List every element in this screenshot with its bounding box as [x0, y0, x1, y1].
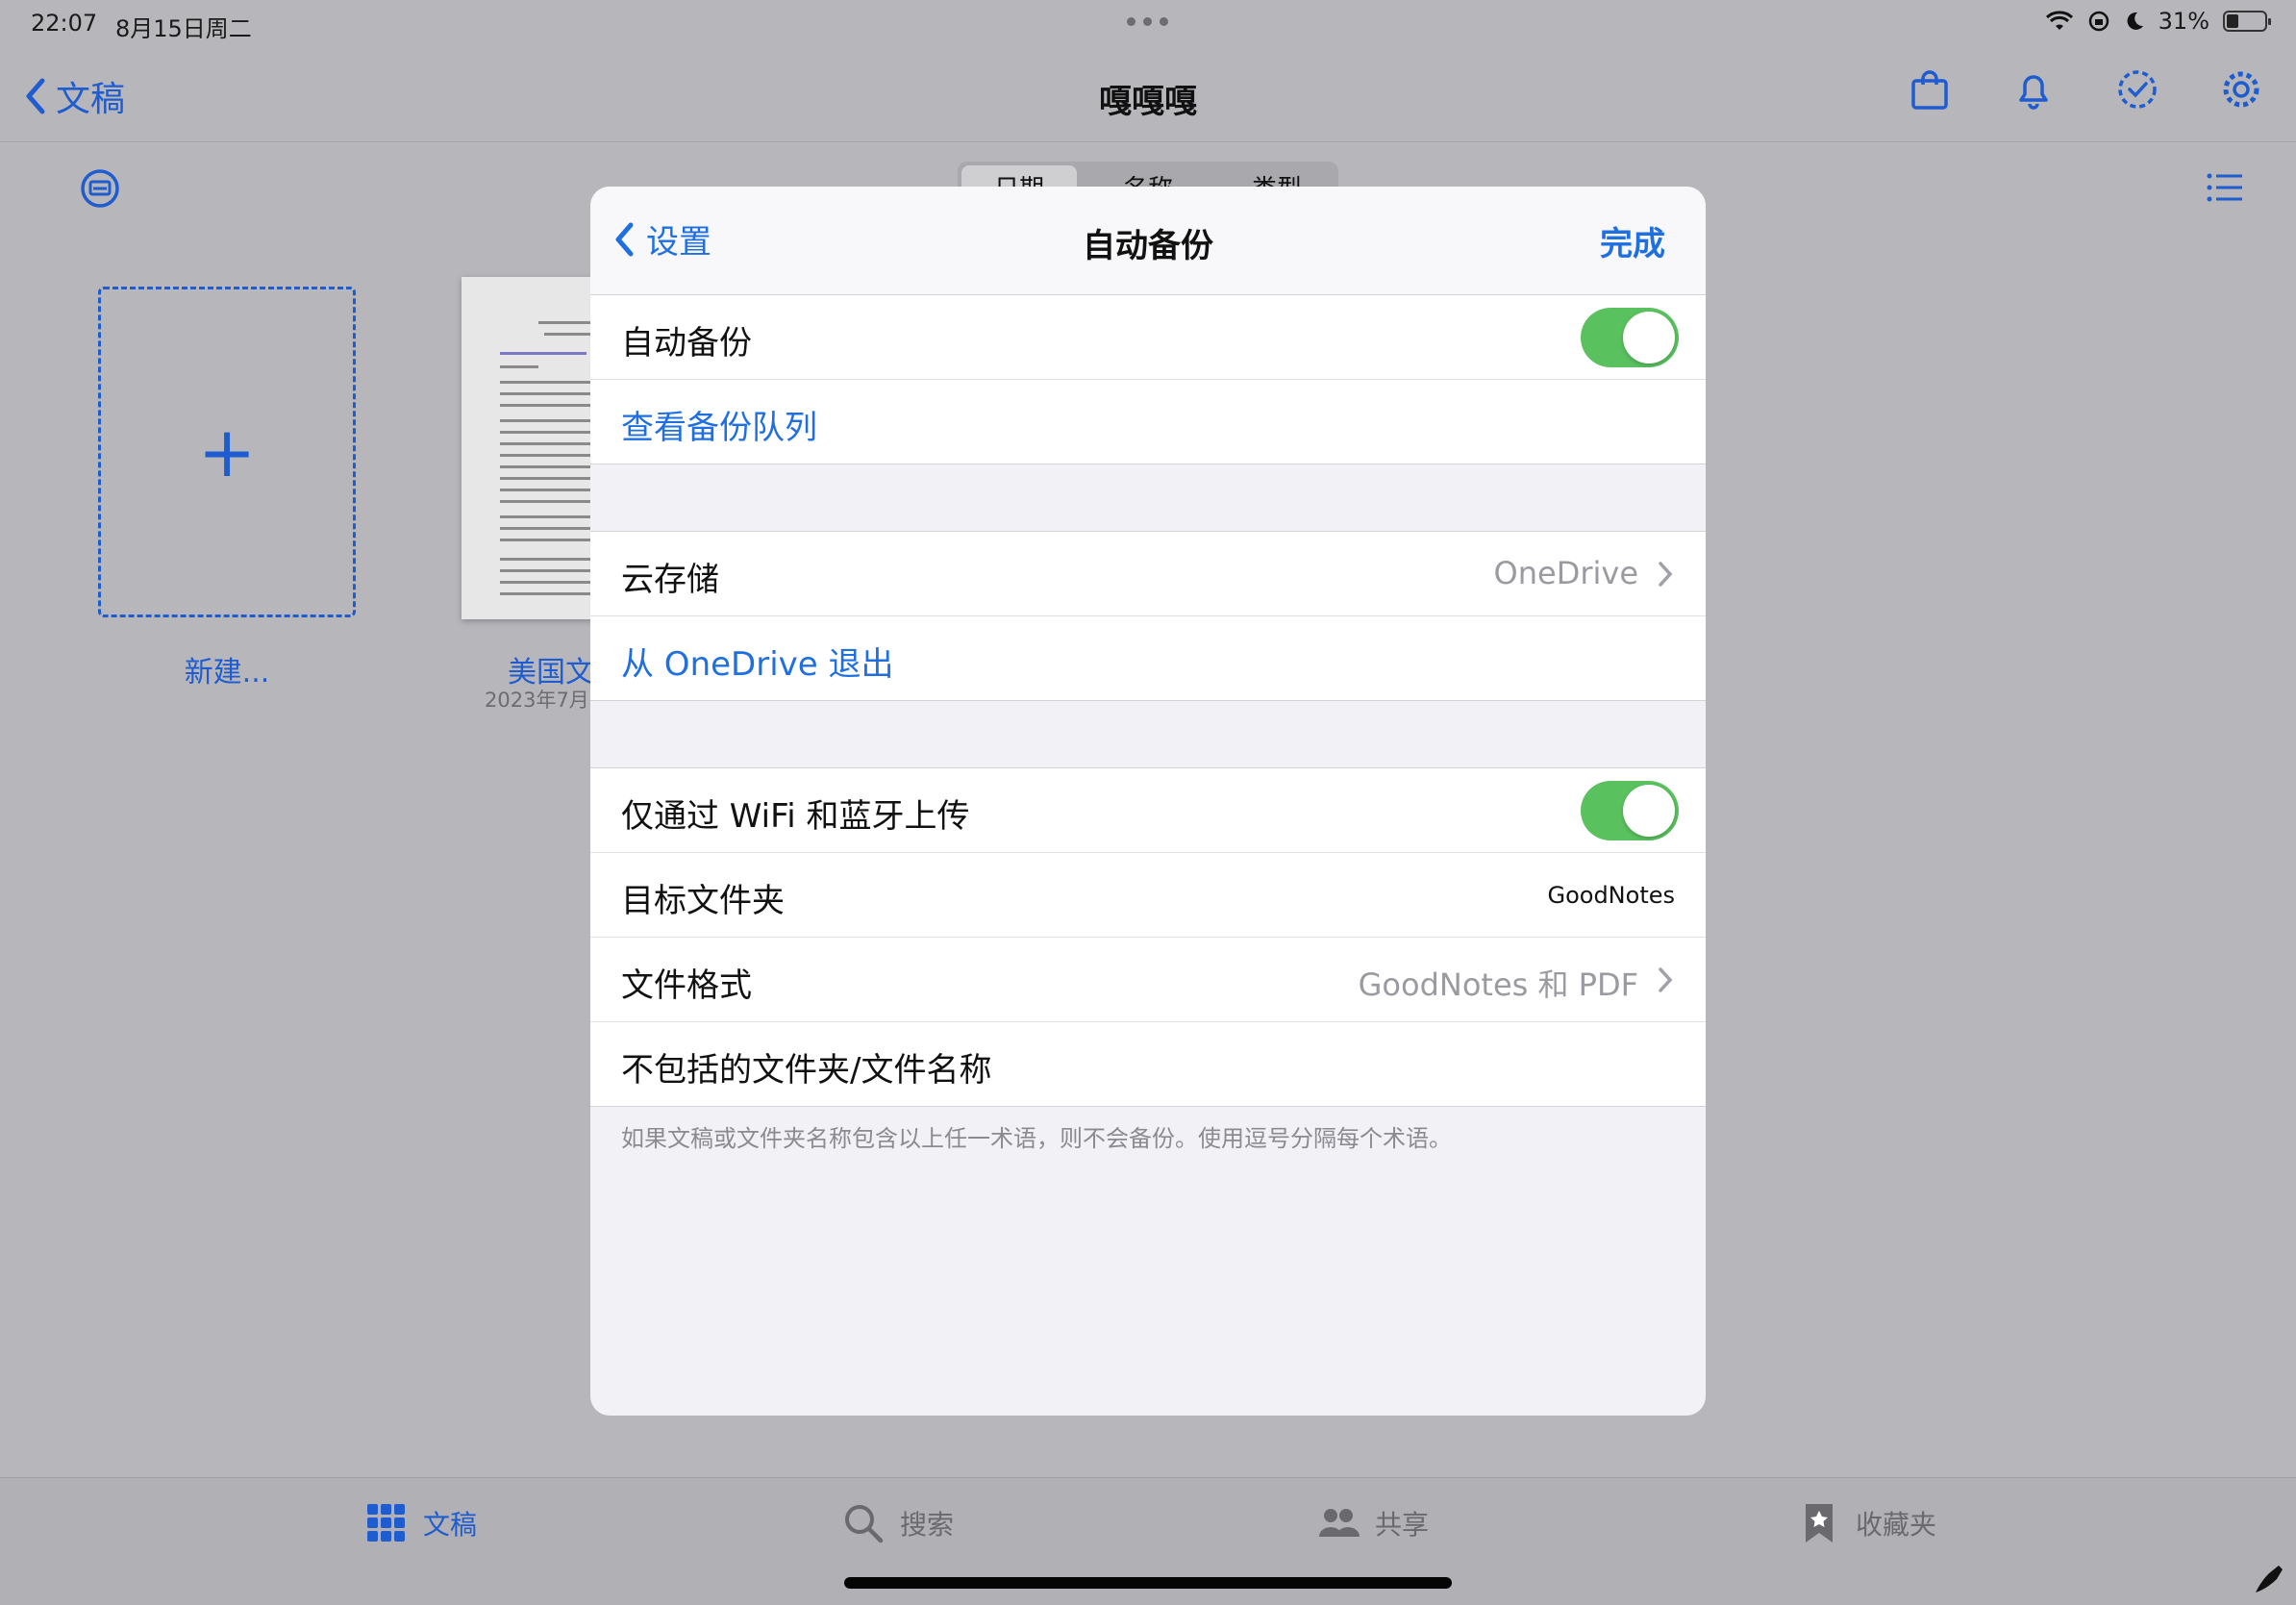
shopping-bag-icon[interactable]	[1908, 67, 1952, 112]
auto-backup-sheet: 设置 自动备份 完成 自动备份 查看备份队列 云存储 OneDrive 从 On…	[590, 187, 1706, 1416]
tab-favorites[interactable]: 收藏夹	[1798, 1502, 1936, 1544]
sheet-header: 设置 自动备份 完成	[590, 187, 1706, 295]
tab-documents[interactable]: 文稿	[365, 1502, 477, 1544]
status-time: 22:07	[31, 10, 98, 37]
select-check-icon[interactable]	[2115, 67, 2159, 112]
file-format-row[interactable]: 文件格式 GoodNotes 和 PDF	[590, 938, 1706, 1022]
wifi-only-label: 仅通过 WiFi 和蓝牙上传	[621, 797, 970, 836]
cloud-storage-row[interactable]: 云存储 OneDrive	[590, 532, 1706, 616]
nav-divider	[0, 141, 2296, 142]
gear-icon[interactable]	[2219, 67, 2263, 112]
wifi-only-toggle[interactable]	[1581, 781, 1679, 840]
view-queue-row[interactable]: 查看备份队列	[590, 380, 1706, 464]
moon-icon	[2127, 12, 2143, 30]
tab-shared-label: 共享	[1375, 1509, 1430, 1541]
upload-group: 仅通过 WiFi 和蓝牙上传 目标文件夹 GoodNotes 文件格式 Good…	[590, 767, 1706, 1107]
excluded-names-label: 不包括的文件夹/文件名称	[621, 1051, 992, 1090]
scan-document-icon[interactable]	[79, 167, 121, 213]
new-document-label[interactable]: 新建...	[98, 648, 356, 690]
tab-favorites-label: 收藏夹	[1856, 1509, 1937, 1541]
people-icon	[1319, 1509, 1360, 1537]
excluded-names-row[interactable]: 不包括的文件夹/文件名称	[590, 1022, 1706, 1106]
battery-percent: 31%	[2158, 8, 2209, 35]
excluded-footnote: 如果文稿或文件夹名称包含以上任一术语，则不会备份。使用逗号分隔每个术语。	[621, 1125, 1452, 1152]
battery-icon	[2223, 11, 2271, 32]
wifi-only-row: 仅通过 WiFi 和蓝牙上传	[590, 768, 1706, 853]
view-queue-link[interactable]: 查看备份队列	[621, 401, 817, 448]
file-format-value: GoodNotes 和 PDF	[1358, 966, 1638, 1003]
target-folder-row[interactable]: 目标文件夹 GoodNotes	[590, 853, 1706, 938]
list-view-icon[interactable]	[2206, 171, 2244, 208]
auto-backup-toggle[interactable]	[1581, 308, 1679, 367]
status-date: 8月15日周二	[115, 15, 252, 42]
nav-actions	[1908, 67, 2263, 112]
document-thumbnail[interactable]	[462, 277, 596, 619]
orientation-lock-icon	[2088, 11, 2109, 32]
search-icon	[845, 1505, 884, 1543]
file-format-label: 文件格式	[621, 966, 752, 1005]
auto-backup-label: 自动备份	[621, 324, 752, 363]
bookmark-star-icon	[1806, 1504, 1833, 1542]
target-folder-value: GoodNotes	[1547, 882, 1675, 909]
home-indicator[interactable]	[844, 1577, 1452, 1589]
pencil-icon	[2252, 1562, 2286, 1600]
status-indicators: 31%	[2045, 8, 2271, 35]
plus-icon: +	[197, 412, 257, 492]
cloud-group: 云存储 OneDrive 从 OneDrive 退出	[590, 531, 1706, 701]
sheet-title: 自动备份	[1083, 227, 1213, 265]
chevron-right-icon	[1659, 967, 1673, 992]
tab-search-label: 搜索	[900, 1509, 955, 1541]
wifi-icon	[2045, 11, 2073, 30]
done-button[interactable]: 完成	[1600, 217, 1665, 264]
backup-group: 自动备份 查看备份队列	[590, 294, 1706, 464]
target-folder-label: 目标文件夹	[621, 882, 785, 920]
cloud-storage-value: OneDrive	[1493, 555, 1638, 591]
new-document-card[interactable]: +	[98, 287, 356, 617]
grid-icon	[367, 1504, 405, 1542]
document-date: 2023年7月	[485, 689, 589, 712]
sign-out-link[interactable]: 从 OneDrive 退出	[621, 638, 894, 685]
sign-out-row[interactable]: 从 OneDrive 退出	[590, 616, 1706, 700]
tab-documents-label: 文稿	[423, 1509, 478, 1541]
status-bar: 22:07 8月15日周二 31%	[0, 0, 2296, 48]
multitasking-dots-icon[interactable]	[1127, 17, 1168, 26]
auto-backup-row: 自动备份	[590, 295, 1706, 380]
cloud-storage-label: 云存储	[621, 561, 719, 599]
tab-search[interactable]: 搜索	[842, 1502, 954, 1544]
bell-icon[interactable]	[2011, 67, 2056, 112]
tab-shared[interactable]: 共享	[1317, 1502, 1429, 1544]
chevron-right-icon	[1659, 562, 1673, 587]
